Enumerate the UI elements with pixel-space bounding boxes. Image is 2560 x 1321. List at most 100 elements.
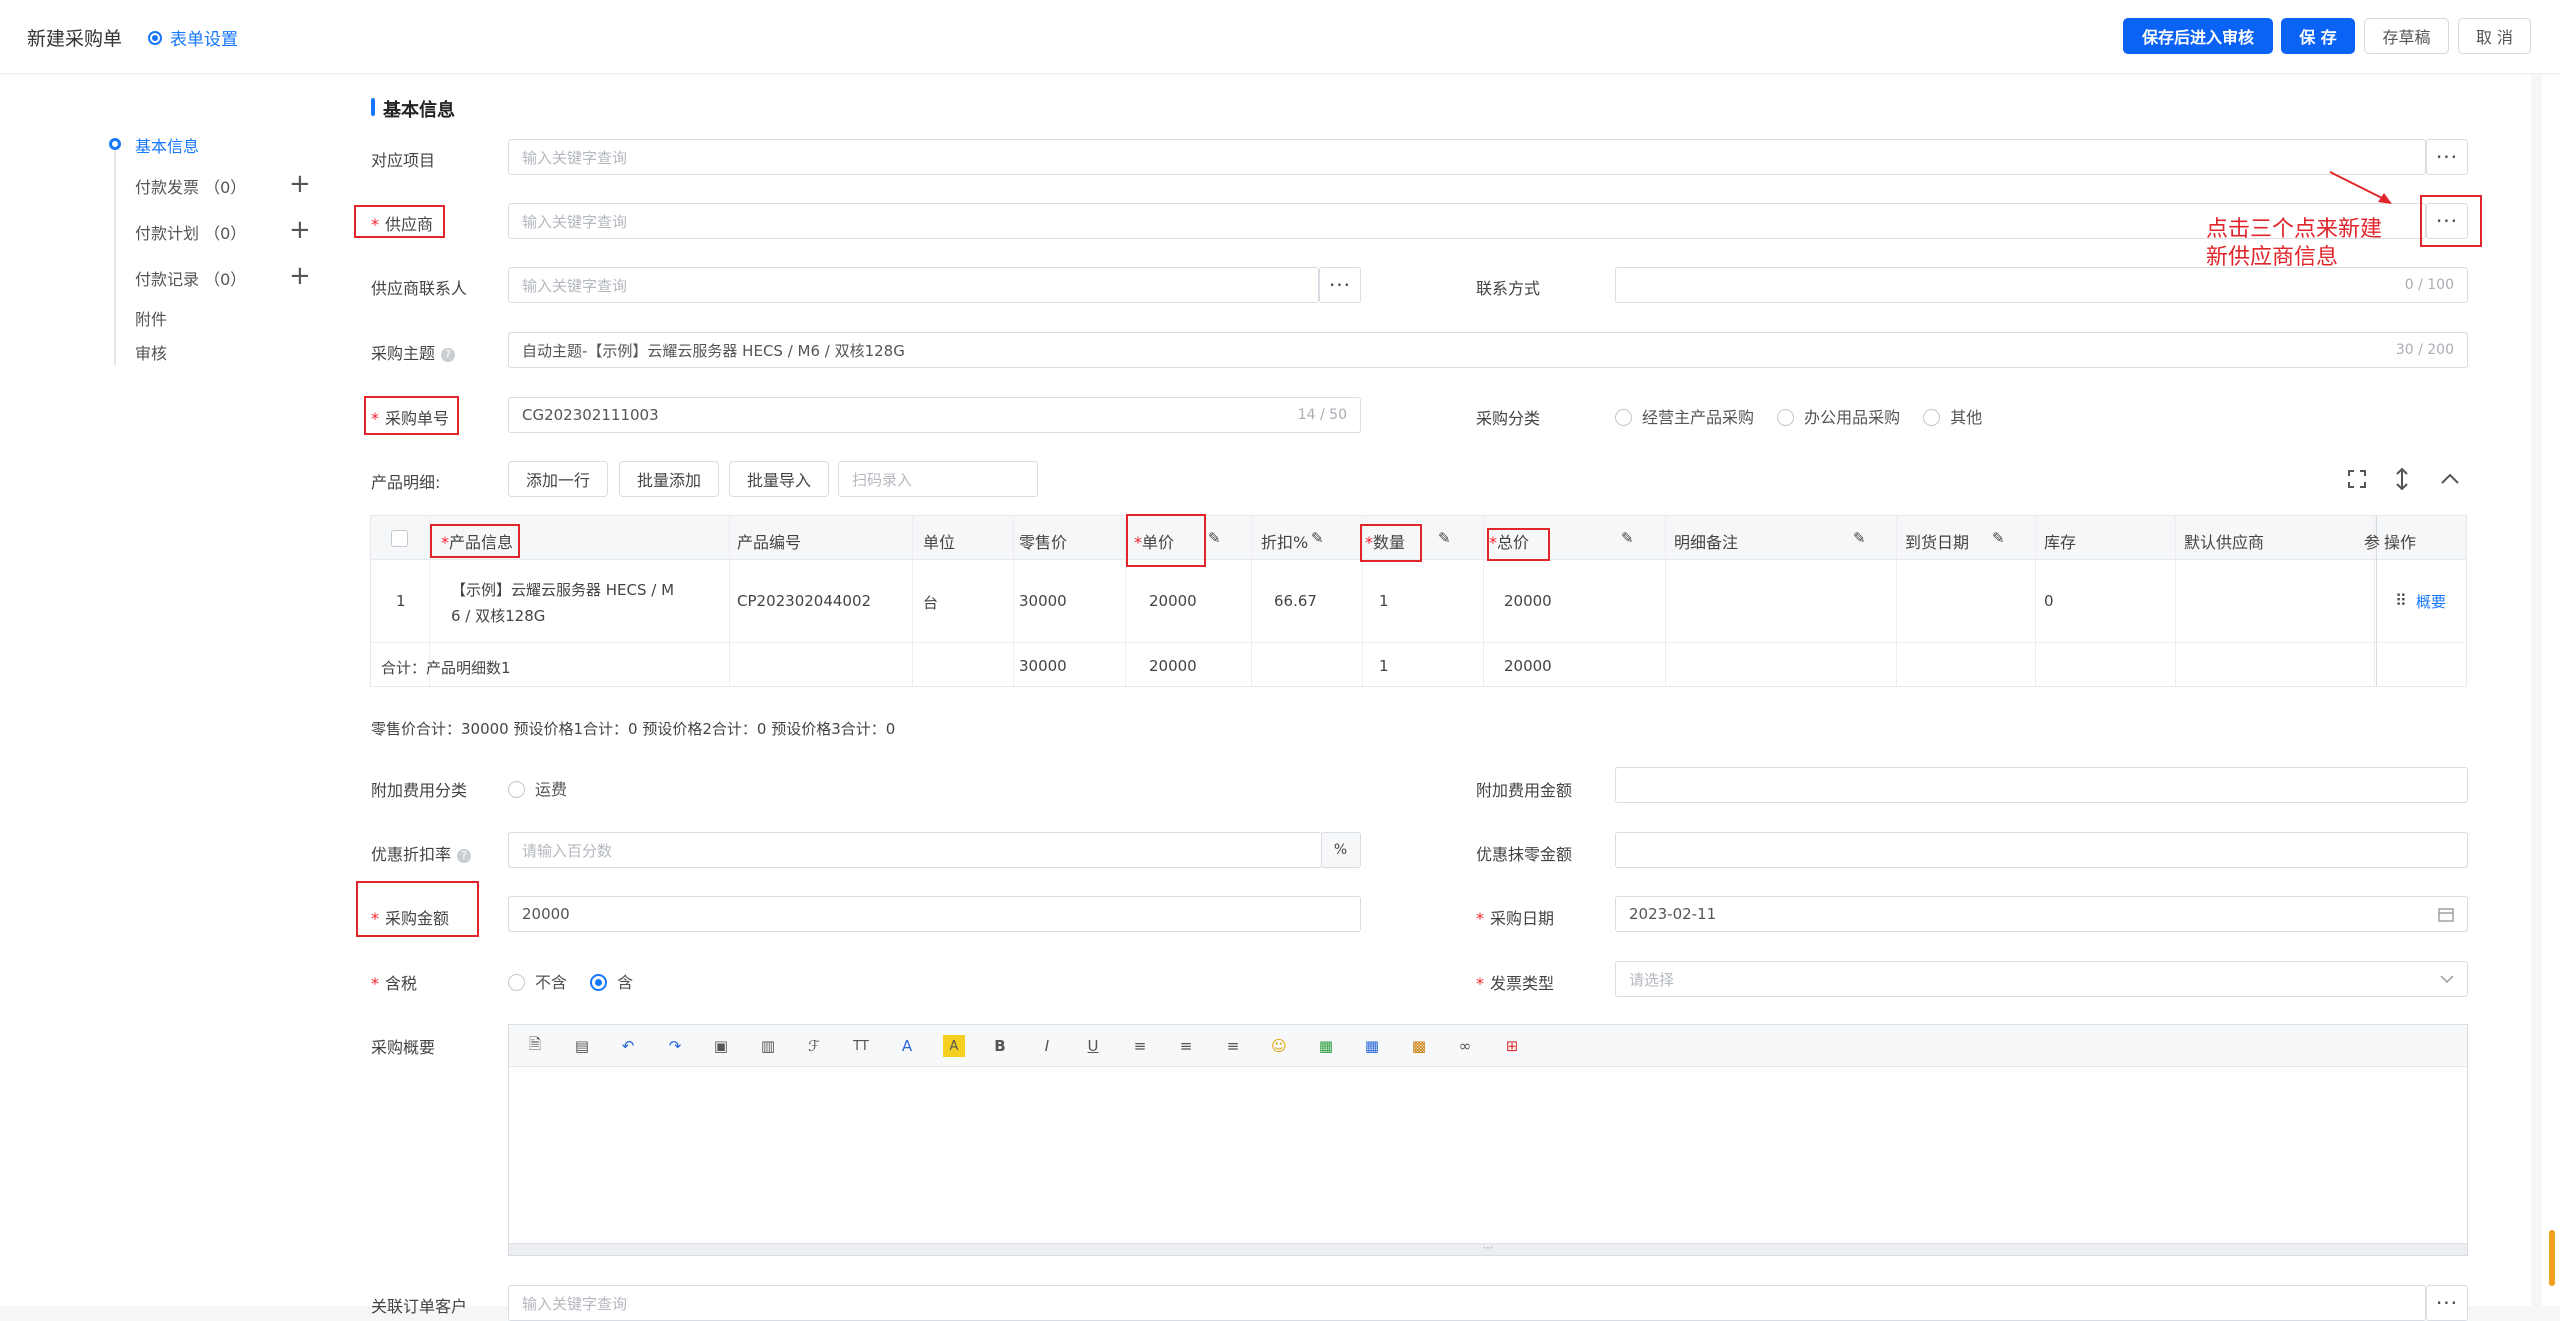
contact-method-counter: 0 / 100 (2404, 277, 2454, 293)
project-more-button[interactable]: ··· (2426, 139, 2468, 175)
scrollbar-track[interactable] (2542, 75, 2560, 1306)
template-icon[interactable]: ▤ (571, 1035, 593, 1057)
tax-radio-inclusive[interactable] (590, 974, 608, 991)
bold-icon[interactable]: B (989, 1035, 1011, 1057)
batch-add-button[interactable]: 批量添加 (619, 461, 719, 497)
form-settings-link[interactable]: 表单设置 (148, 25, 238, 50)
nav-item-payment-record[interactable]: 付款记录 （0） (135, 266, 246, 290)
rounding-input[interactable] (1615, 832, 2468, 868)
save-and-review-button[interactable]: 保存后进入审核 (2123, 18, 2273, 54)
drag-handle-icon[interactable]: ⠿ (2395, 591, 2407, 610)
category-radio-main[interactable] (1615, 409, 1632, 426)
help-icon: ? (441, 348, 456, 362)
subject-input[interactable]: 自动主题-【示例】云耀云服务器 HECS / M6 / 双核128G 30 / … (508, 332, 2468, 368)
nav-active-dot-icon (109, 138, 121, 150)
edit-total-pencil-icon[interactable]: ✎ (1621, 529, 1634, 547)
add-payment-record-plus-icon[interactable]: + (289, 263, 311, 289)
supplier-contact-label: 供应商联系人 (371, 279, 468, 298)
fullscreen-icon[interactable] (2348, 470, 2366, 488)
section-title: 基本信息 (383, 100, 455, 121)
col-retail-price: 零售价 (1019, 533, 1068, 552)
nav-item-payment-invoice[interactable]: 付款发票 （0） (135, 174, 246, 198)
nav-item-review[interactable]: 审核 (135, 340, 167, 364)
rich-text-editor[interactable]: 🗎 ▤ ↶ ↷ ▣ ▥ ℱ TT A A B I U ≡ ≡ ≡ ☺ ▦ ▦ ▩… (508, 1024, 2468, 1256)
fee-amount-input[interactable] (1615, 767, 2468, 803)
row-total-price[interactable]: 20000 (1504, 592, 1552, 610)
edit-unit-price-pencil-icon[interactable]: ✎ (1208, 529, 1221, 547)
undo-icon[interactable]: ↶ (617, 1035, 639, 1057)
related-order-more-button[interactable]: ··· (2426, 1285, 2468, 1321)
category-radio-office[interactable] (1777, 409, 1795, 426)
edit-quantity-pencil-icon[interactable]: ✎ (1438, 529, 1451, 547)
row-unit-price[interactable]: 20000 (1149, 592, 1197, 610)
unit-price-highlight-box (1126, 514, 1206, 567)
source-icon[interactable]: 🗎 (524, 1035, 546, 1057)
supplier-contact-input[interactable]: 输入关键字查询 (508, 267, 1319, 303)
amount-label-highlight-box (356, 881, 479, 937)
image-icon[interactable]: ▦ (1315, 1035, 1337, 1057)
save-draft-button[interactable]: 存草稿 (2364, 18, 2449, 54)
date-input[interactable]: 2023-02-11 (1615, 896, 2468, 932)
add-row-button[interactable]: 添加一行 (508, 461, 608, 497)
invoice-type-select[interactable]: 请选择 (1615, 961, 2468, 997)
add-payment-plan-plus-icon[interactable]: + (289, 217, 311, 243)
nav-item-attachment[interactable]: 附件 (135, 306, 167, 330)
collapse-chevron-up-icon[interactable] (2440, 472, 2460, 486)
amount-input[interactable]: 20000 (508, 896, 1361, 932)
emoji-icon[interactable]: ☺ (1268, 1035, 1290, 1057)
cancel-button[interactable]: 取 消 (2458, 18, 2531, 54)
batch-import-button[interactable]: 批量导入 (729, 461, 829, 497)
tax-radio-exclusive[interactable] (508, 974, 525, 991)
align-right-icon[interactable]: ≡ (1222, 1035, 1244, 1057)
related-order-input[interactable]: 输入关键字查询 (508, 1285, 2426, 1321)
contact-method-input[interactable]: 0 / 100 (1615, 267, 2468, 303)
link-icon[interactable]: ∞ (1454, 1035, 1476, 1057)
row-height-icon[interactable] (2394, 468, 2410, 490)
align-left-icon[interactable]: ≡ (1129, 1035, 1151, 1057)
category-radio-other[interactable] (1923, 409, 1941, 426)
table-icon[interactable]: ▦ (1361, 1035, 1383, 1057)
select-all-checkbox[interactable] (391, 530, 408, 547)
annotation-text: 点击三个点来新建 新供应商信息 (2206, 216, 2382, 272)
row-product-code: CP202302044002 (737, 592, 872, 610)
edit-note-pencil-icon[interactable]: ✎ (1853, 529, 1866, 547)
project-input[interactable]: 输入关键字查询 (508, 139, 2426, 175)
row-quantity[interactable]: 1 (1379, 592, 1389, 610)
date-value: 2023-02-11 (1629, 905, 1717, 923)
row-discount[interactable]: 66.67 (1274, 592, 1317, 610)
scan-input[interactable]: 扫码录入 (838, 461, 1038, 497)
subject-label: 采购主题? (371, 340, 456, 364)
redo-icon[interactable]: ↷ (664, 1035, 686, 1057)
editor-resize-handle[interactable]: ⋯ (509, 1243, 2467, 1255)
add-payment-invoice-plus-icon[interactable]: + (289, 171, 311, 197)
edit-date-pencil-icon[interactable]: ✎ (1992, 529, 2005, 547)
page-title: 新建采购单 (27, 28, 123, 50)
discount-rate-input[interactable]: 请输入百分数 (508, 832, 1322, 868)
top-bar: 新建采购单 表单设置 保存后进入审核 保 存 存草稿 取 消 (0, 0, 2560, 74)
paste-icon[interactable]: ▣ (710, 1035, 732, 1057)
tax-option-exclusive: 不含 (535, 973, 568, 992)
order-no-label-highlight-box (364, 396, 459, 435)
order-no-input[interactable]: CG202302111003 14 / 50 (508, 397, 1361, 433)
nav-item-payment-plan[interactable]: 付款计划 （0） (135, 220, 246, 244)
edit-discount-pencil-icon[interactable]: ✎ (1311, 529, 1324, 547)
scrollbar-thumb[interactable] (2549, 1230, 2555, 1286)
paste-text-icon[interactable]: ▥ (757, 1035, 779, 1057)
nav-item-basic-info[interactable]: 基本信息 (135, 133, 199, 157)
supplier-contact-more-button[interactable]: ··· (1319, 267, 1361, 303)
align-center-icon[interactable]: ≡ (1175, 1035, 1197, 1057)
font-color-icon[interactable]: A (896, 1035, 918, 1057)
row-summary-link[interactable]: 概要 (2416, 591, 2446, 612)
media-icon[interactable]: ▩ (1408, 1035, 1430, 1057)
italic-icon[interactable]: I (1036, 1035, 1058, 1057)
category-label: 采购分类 (1476, 409, 1541, 428)
contact-method-label: 联系方式 (1476, 279, 1541, 298)
highlight-icon[interactable]: A (943, 1035, 965, 1057)
font-size-icon[interactable]: TT (850, 1035, 872, 1057)
fullscreen-editor-icon[interactable]: ⊞ (1501, 1035, 1523, 1057)
save-button[interactable]: 保 存 (2281, 18, 2355, 54)
supplier-input[interactable]: 输入关键字查询 (508, 203, 2426, 239)
underline-icon[interactable]: U (1082, 1035, 1104, 1057)
font-family-icon[interactable]: ℱ (803, 1035, 825, 1057)
fee-radio-freight[interactable] (508, 781, 525, 798)
